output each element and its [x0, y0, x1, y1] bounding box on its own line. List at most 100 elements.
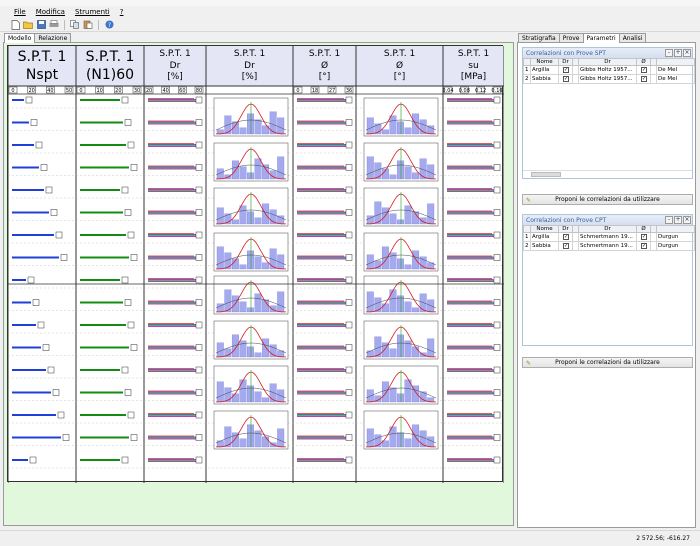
- cpt-grid-title: Correlazioni con Prove CPT: [526, 216, 607, 224]
- dr-correlation[interactable]: Gibbs Holtz 1957...: [578, 65, 637, 75]
- col-dr-check[interactable]: Dr: [558, 58, 573, 66]
- tick-label: 20: [146, 88, 152, 94]
- n160-value-box: [130, 434, 138, 441]
- dr-correlation[interactable]: Schmertmann 19...: [578, 232, 637, 242]
- histogram-bar: [412, 346, 420, 358]
- menu-bar: File Modifica Strumenti ?: [0, 6, 700, 18]
- print-icon[interactable]: [49, 20, 59, 30]
- menu-help[interactable]: ?: [120, 8, 124, 16]
- col-dr[interactable]: Dr: [578, 58, 637, 66]
- row-nome[interactable]: Sabbia: [530, 241, 559, 251]
- save-icon[interactable]: [36, 20, 46, 30]
- horizontal-scrollbar[interactable]: [523, 170, 692, 177]
- nspt-value-box: [45, 186, 53, 194]
- histogram-bar: [216, 440, 224, 448]
- histogram-bar: [404, 166, 412, 180]
- tab-modello[interactable]: Modello: [4, 33, 36, 43]
- nspt-value-box: [57, 411, 65, 419]
- histogram-bar: [397, 393, 404, 403]
- menu-file[interactable]: File: [14, 8, 26, 16]
- histogram-bar: [427, 125, 435, 135]
- table-row[interactable]: 1 Argilla ✓ Gibbs Holtz 1957... ✓ De Mel: [523, 65, 695, 75]
- plus-button[interactable]: +: [674, 216, 682, 224]
- histogram-bar: [404, 301, 412, 313]
- phi-correlation[interactable]: Durgun: [656, 241, 695, 251]
- phi-checkbox[interactable]: ✓: [641, 76, 647, 82]
- table-row[interactable]: 1 Argilla ✓ Schmertmann 19... ✓ Durgun: [523, 232, 695, 242]
- col-nome[interactable]: Nome: [530, 225, 559, 233]
- tab-stratigrafia[interactable]: Stratigrafia: [518, 33, 560, 42]
- tick-label: 0.16: [491, 88, 502, 94]
- propose-spt-button[interactable]: ✎ Proponi le correlazioni da utilizzare: [522, 194, 693, 205]
- row-nome[interactable]: Argilla: [530, 65, 559, 75]
- phi-correlation[interactable]: Durgun: [656, 232, 695, 242]
- col-nome[interactable]: Nome: [530, 58, 559, 66]
- histogram-bar: [247, 307, 254, 313]
- wand-icon: ✎: [526, 197, 532, 204]
- tick-label: 0: [296, 88, 299, 94]
- dr-checkbox[interactable]: ✓: [563, 76, 569, 82]
- nspt-value-box: [37, 321, 45, 329]
- close-icon[interactable]: ×: [683, 216, 691, 224]
- histogram-bar: [397, 219, 404, 225]
- phi-checkbox[interactable]: ✓: [641, 67, 647, 73]
- histogram-bar: [239, 379, 247, 403]
- spt-grid-title: Correlazioni con Prove SPT: [526, 49, 606, 57]
- wand-icon: ✎: [526, 360, 532, 367]
- tab-analisi[interactable]: Analisi: [618, 33, 647, 42]
- help-icon[interactable]: ?: [104, 20, 114, 30]
- menu-modifica[interactable]: Modifica: [36, 8, 65, 16]
- su-value-box: [493, 456, 501, 464]
- tick-label: 0.04: [442, 88, 453, 94]
- close-icon[interactable]: ×: [683, 49, 691, 57]
- copy-icon[interactable]: [70, 20, 80, 30]
- dr-checkbox[interactable]: ✓: [563, 67, 569, 73]
- histogram-bar: [366, 428, 374, 448]
- tab-prove[interactable]: Prove: [558, 33, 584, 42]
- phi-correlation[interactable]: De Mel: [656, 74, 695, 84]
- histogram-bar: [277, 117, 285, 135]
- propose-cpt-button[interactable]: ✎ Proponi le correlazioni da utilizzare: [522, 357, 693, 368]
- dr-value-box: [195, 434, 203, 441]
- spt-drawing[interactable]: S.P.T. 1 Nspt 0 20 40 50 S.P.T. 1 (N1)60 0 10 20 30…: [7, 45, 505, 483]
- table-row[interactable]: 2 Sabbia ✓ Gibbs Holtz 1957... ✓ De Mel: [523, 74, 695, 84]
- row-nome[interactable]: Argilla: [530, 232, 559, 242]
- histogram-bar: [239, 127, 247, 135]
- new-icon[interactable]: [10, 19, 20, 30]
- histogram-bar: [254, 352, 262, 358]
- su-value-box: [493, 209, 501, 216]
- dr-value-box: [195, 119, 203, 126]
- histogram-bar: [412, 307, 420, 313]
- plus-button[interactable]: +: [674, 49, 682, 57]
- histogram-bar: [381, 129, 389, 135]
- phi-value-box: [345, 456, 353, 464]
- minus-button[interactable]: -: [665, 49, 673, 57]
- row-nome[interactable]: Sabbia: [530, 74, 559, 84]
- n160-value-box: [130, 344, 138, 351]
- open-icon[interactable]: [23, 20, 33, 30]
- menu-strumenti[interactable]: Strumenti: [75, 8, 110, 16]
- tab-relazione[interactable]: Relazione: [34, 33, 72, 42]
- dr-correlation[interactable]: Gibbs Holtz 1957...: [578, 74, 637, 84]
- histogram-bar: [247, 250, 254, 270]
- histogram-bar: [262, 397, 270, 403]
- spt-table: Nome Dr Dr Ø 1 Argilla ✓ Gibbs Holtz 195…: [523, 58, 695, 84]
- phi-checkbox[interactable]: ✓: [641, 243, 647, 249]
- minus-button[interactable]: -: [665, 216, 673, 224]
- col-dr[interactable]: Dr: [578, 225, 637, 233]
- col-phi-check[interactable]: Ø: [636, 225, 651, 233]
- tab-parametri[interactable]: Parametri: [582, 33, 620, 43]
- col-dr-check[interactable]: Dr: [558, 225, 573, 233]
- phi-correlation[interactable]: De Mel: [656, 65, 695, 75]
- dr-correlation[interactable]: Schmertmann 19...: [578, 241, 637, 251]
- dr-checkbox[interactable]: ✓: [563, 243, 569, 249]
- svg-text:?: ?: [107, 22, 110, 29]
- paste-icon[interactable]: [83, 20, 93, 30]
- col-phi-check[interactable]: Ø: [636, 58, 651, 66]
- phi-checkbox[interactable]: ✓: [641, 234, 647, 240]
- nspt-value-box: [60, 254, 68, 261]
- cpt-correlations-grid: Correlazioni con Prove CPT - + × Nome Dr…: [522, 214, 695, 346]
- table-row[interactable]: 2 Sabbia ✓ Schmertmann 19... ✓ Durgun: [523, 241, 695, 251]
- dr-value-box: [195, 231, 203, 239]
- dr-checkbox[interactable]: ✓: [563, 234, 569, 240]
